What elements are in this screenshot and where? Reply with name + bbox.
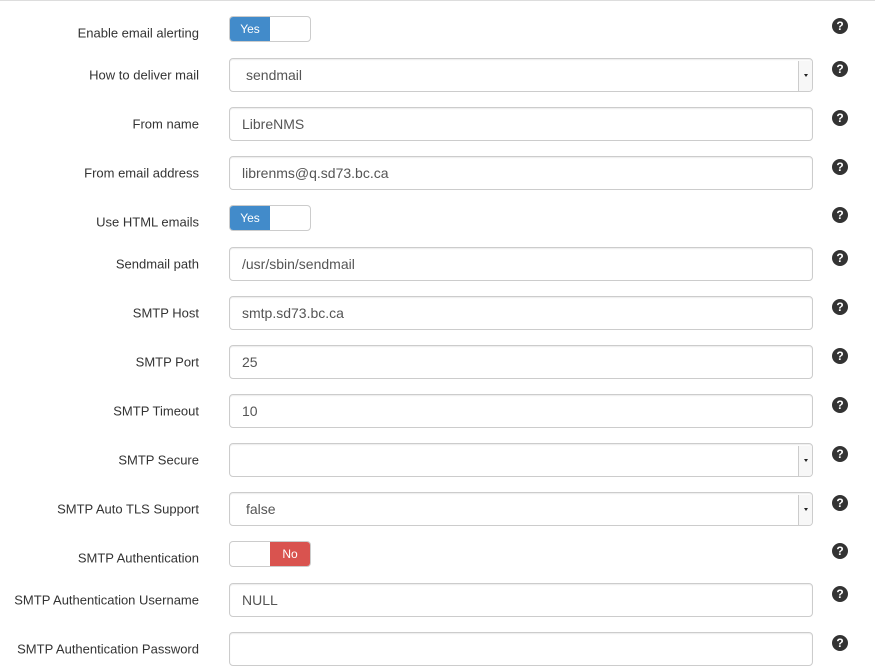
help-icon[interactable]: ?: [832, 495, 848, 511]
field-label: SMTP Authentication: [77, 550, 199, 566]
smtp-timeout-input[interactable]: 10: [229, 394, 813, 428]
smtp-port-input[interactable]: 25: [229, 345, 813, 379]
row-smtp-timeout: SMTP Timeout 10 ?: [0, 394, 875, 428]
row-smtp-auth-username: SMTP Authentication Username NULL ?: [0, 583, 875, 617]
help-icon[interactable]: ?: [832, 159, 848, 175]
field-label: SMTP Host: [132, 305, 199, 321]
row-smtp-auth-password: SMTP Authentication Password ?: [0, 632, 875, 666]
field-label: Enable email alerting: [77, 25, 199, 41]
select-caret-box[interactable]: [798, 495, 812, 525]
help-icon[interactable]: ?: [832, 397, 848, 413]
help-icon[interactable]: ?: [832, 18, 848, 34]
field-label: How to deliver mail: [89, 67, 199, 83]
row-smtp-host: SMTP Host smtp.sd73.bc.ca ?: [0, 296, 875, 330]
chevron-down-icon: [804, 508, 808, 511]
field-label: Use HTML emails: [96, 214, 199, 230]
help-icon[interactable]: ?: [832, 110, 848, 126]
deliver-mail-select[interactable]: sendmail: [229, 58, 813, 92]
row-enable-email-alerting: Enable email alerting Yes ?: [0, 16, 875, 50]
row-smtp-authentication: SMTP Authentication No ?: [0, 541, 875, 575]
select-value: sendmail: [246, 67, 303, 83]
row-use-html-emails: Use HTML emails Yes ?: [0, 205, 875, 239]
toggle-on-label: Yes: [230, 206, 270, 230]
help-icon[interactable]: ?: [832, 61, 848, 77]
toggle-on-label: Yes: [230, 17, 270, 41]
use-html-emails-toggle[interactable]: Yes: [229, 205, 311, 231]
help-icon[interactable]: ?: [832, 207, 848, 223]
row-smtp-auto-tls: SMTP Auto TLS Support false ?: [0, 492, 875, 526]
smtp-auth-password-input[interactable]: [229, 632, 813, 666]
field-label: SMTP Timeout: [113, 403, 199, 419]
help-icon[interactable]: ?: [832, 299, 848, 315]
field-label: From name: [132, 116, 199, 132]
help-icon[interactable]: ?: [832, 586, 848, 602]
smtp-authentication-toggle[interactable]: No: [229, 541, 311, 567]
select-caret-box[interactable]: [798, 61, 812, 91]
row-sendmail-path: Sendmail path /usr/sbin/sendmail ?: [0, 247, 875, 281]
row-from-name: From name LibreNMS ?: [0, 107, 875, 141]
row-how-to-deliver-mail: How to deliver mail sendmail ?: [0, 58, 875, 92]
select-caret-box[interactable]: [798, 446, 812, 476]
help-icon[interactable]: ?: [832, 635, 848, 651]
help-icon[interactable]: ?: [832, 446, 848, 462]
top-border: [0, 0, 875, 1]
smtp-auth-username-input[interactable]: NULL: [229, 583, 813, 617]
row-smtp-secure: SMTP Secure ?: [0, 443, 875, 477]
from-email-input[interactable]: librenms@q.sd73.bc.ca: [229, 156, 813, 190]
toggle-off-label: No: [270, 542, 310, 566]
row-from-email-address: From email address librenms@q.sd73.bc.ca…: [0, 156, 875, 190]
field-label: SMTP Auto TLS Support: [57, 501, 199, 517]
help-icon[interactable]: ?: [832, 250, 848, 266]
smtp-secure-select[interactable]: [229, 443, 813, 477]
field-label: From email address: [84, 165, 199, 181]
field-label: SMTP Port: [135, 354, 199, 370]
from-name-input[interactable]: LibreNMS: [229, 107, 813, 141]
help-icon[interactable]: ?: [832, 543, 848, 559]
sendmail-path-input[interactable]: /usr/sbin/sendmail: [229, 247, 813, 281]
smtp-host-input[interactable]: smtp.sd73.bc.ca: [229, 296, 813, 330]
field-label: SMTP Secure: [118, 452, 199, 468]
field-label: SMTP Authentication Password: [17, 641, 199, 657]
field-label: SMTP Authentication Username: [14, 592, 199, 608]
field-label: Sendmail path: [115, 256, 199, 272]
enable-email-alerting-toggle[interactable]: Yes: [229, 16, 311, 42]
smtp-auto-tls-select[interactable]: false: [229, 492, 813, 526]
help-icon[interactable]: ?: [832, 348, 848, 364]
chevron-down-icon: [804, 459, 808, 462]
chevron-down-icon: [804, 74, 808, 77]
select-value: false: [246, 501, 276, 517]
row-smtp-port: SMTP Port 25 ?: [0, 345, 875, 379]
